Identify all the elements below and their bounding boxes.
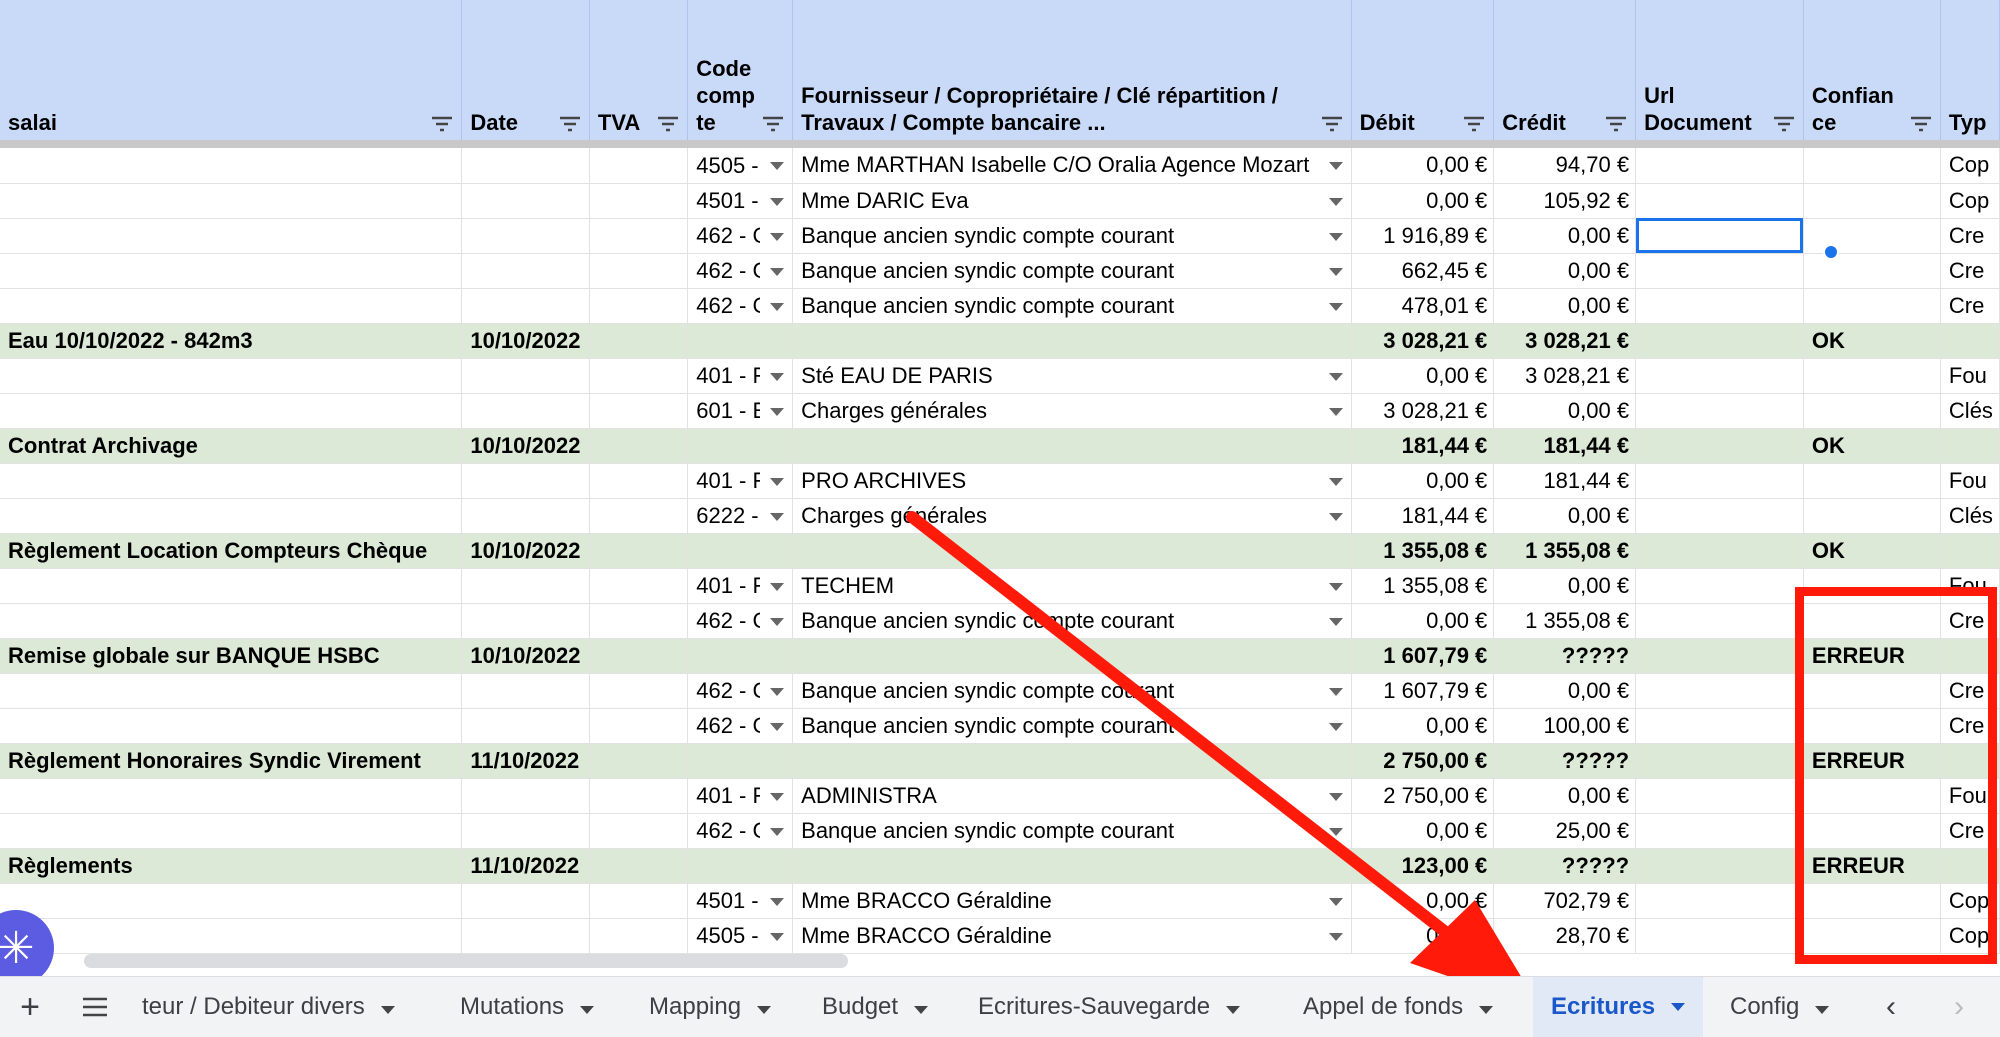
chevron-down-icon[interactable] [1226, 1006, 1241, 1014]
chevron-down-icon[interactable] [1671, 1003, 1686, 1011]
sheet-tab-bar: + teur / Debiteur divers Mutations Mappi… [0, 976, 2000, 1037]
hamburger-icon[interactable] [82, 977, 108, 1037]
tab-mapping[interactable]: Mapping [635, 977, 785, 1037]
tab-mutations[interactable]: Mutations [446, 977, 608, 1037]
chevron-left-icon[interactable]: ‹ [1886, 977, 1896, 1037]
chevron-down-icon[interactable] [380, 1006, 395, 1014]
annotation-arrow [906, 511, 1540, 1008]
tab-ecritures[interactable]: Ecritures [1533, 977, 1704, 1037]
chevron-down-icon[interactable] [1479, 1006, 1494, 1014]
chevron-down-icon[interactable] [1815, 1006, 1830, 1014]
plus-icon[interactable]: + [14, 977, 46, 1037]
tab-config[interactable]: Config [1716, 977, 1843, 1037]
tab-beneficiaire[interactable]: teur / Debiteur divers [136, 977, 409, 1037]
tab-ecritures-sauvegarde[interactable]: Ecritures-Sauvegarde [964, 977, 1254, 1037]
chevron-down-icon[interactable] [914, 1006, 929, 1014]
chevron-right-icon[interactable]: › [1954, 977, 1964, 1037]
chevron-down-icon[interactable] [580, 1006, 595, 1014]
tab-budget[interactable]: Budget [808, 977, 942, 1037]
tab-appel-de-fonds[interactable]: Appel de fonds [1289, 977, 1507, 1037]
chevron-down-icon[interactable] [757, 1006, 772, 1014]
